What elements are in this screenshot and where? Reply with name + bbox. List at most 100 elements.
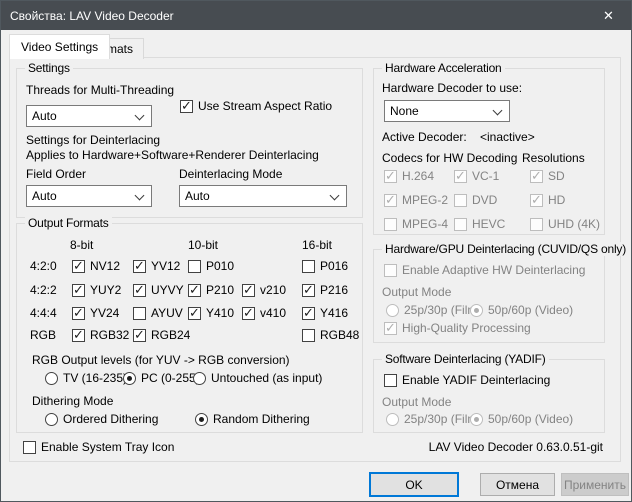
radio-label: Random Dithering	[213, 412, 310, 426]
enable-yadif-deinterlacing-checkbox[interactable]: Enable YADIF Deinterlacing	[384, 372, 550, 388]
hw-output-video-radio: 50p/60p (Video)	[470, 302, 573, 318]
checkbox-label: P016	[320, 259, 348, 273]
checkbox-label: Y416	[320, 306, 348, 320]
format-p010-checkbox[interactable]: P010	[188, 258, 234, 274]
checkbox-box	[188, 284, 201, 297]
checkbox-label: VC-1	[472, 169, 499, 183]
radio-dot	[470, 304, 483, 317]
radio-label: 50p/60p (Video)	[488, 412, 573, 426]
checkbox-label: Y410	[206, 306, 234, 320]
field-order-combobox-value: Auto	[32, 189, 57, 203]
rgb-output-levels-label: RGB Output levels (for YUV -> RGB conver…	[32, 353, 290, 368]
hardware-acceleration-group-title: Hardware Acceleration	[382, 61, 505, 75]
tab-video-settings[interactable]: Video Settings	[9, 34, 110, 59]
tab-video-settings-label: Video Settings	[21, 40, 98, 54]
format-rgb48-checkbox[interactable]: RGB48	[302, 327, 359, 343]
codec-vc1-checkbox: VC-1	[454, 168, 499, 184]
format-nv12-checkbox[interactable]: NV12	[72, 258, 120, 274]
dithering-mode-label: Dithering Mode	[32, 394, 113, 409]
checkbox-label: YUY2	[90, 283, 121, 297]
use-stream-aspect-ratio-checkbox[interactable]: Use Stream Aspect Ratio	[180, 98, 332, 114]
checkbox-box	[454, 194, 467, 207]
checkbox-box	[384, 170, 397, 183]
checkbox-box	[133, 284, 146, 297]
checkbox-label: Enable System Tray Icon	[41, 440, 174, 454]
format-p210-checkbox[interactable]: P210	[188, 282, 234, 298]
codec-dvd-checkbox: DVD	[454, 192, 497, 208]
checkbox-label: P216	[320, 283, 348, 297]
hw-decoder-label: Hardware Decoder to use:	[382, 81, 522, 96]
rgb-level-tv-radio[interactable]: TV (16-235)	[45, 370, 127, 386]
format-p216-checkbox[interactable]: P216	[302, 282, 348, 298]
col-header-16bit: 16-bit	[302, 238, 332, 253]
rgb-level-pc-radio[interactable]: PC (0-255)	[123, 370, 200, 386]
software-deinterlacing-group: Software Deinterlacing (YADIF) Enable YA…	[373, 359, 605, 433]
radio-label: 50p/60p (Video)	[488, 303, 573, 317]
sw-output-mode-label: Output Mode	[382, 395, 451, 410]
rgb-level-untouched-radio[interactable]: Untouched (as input)	[193, 370, 322, 386]
format-yv24-checkbox[interactable]: YV24	[72, 305, 119, 321]
format-rgb32-checkbox[interactable]: RGB32	[72, 327, 129, 343]
ok-button[interactable]: OK	[369, 472, 459, 497]
format-p016-checkbox[interactable]: P016	[302, 258, 348, 274]
deinterlacing-mode-combobox-value: Auto	[185, 189, 210, 203]
threads-combobox[interactable]: Auto	[26, 105, 152, 127]
apply-button-label: Применить	[564, 478, 626, 492]
checkbox-label: Enable Adaptive HW Deinterlacing	[402, 263, 585, 277]
checkbox-label: High-Quality Processing	[402, 321, 531, 335]
radio-dot	[123, 372, 136, 385]
checkbox-box	[72, 284, 85, 297]
radio-label: Ordered Dithering	[63, 412, 158, 426]
radio-label: Untouched (as input)	[211, 371, 322, 385]
format-yuy2-checkbox[interactable]: YUY2	[72, 282, 121, 298]
checkbox-label: UHD (4K)	[548, 217, 600, 231]
format-rgb24-checkbox[interactable]: RGB24	[133, 327, 190, 343]
format-uyvy-checkbox[interactable]: UYVY	[133, 282, 184, 298]
checkbox-box	[242, 284, 255, 297]
checkbox-box	[530, 194, 543, 207]
checkbox-box	[72, 260, 85, 273]
radio-dot	[195, 413, 208, 426]
field-order-combobox[interactable]: Auto	[26, 185, 152, 207]
checkbox-label: YV12	[151, 259, 180, 273]
radio-dot	[193, 372, 206, 385]
resolution-sd-checkbox: SD	[530, 168, 565, 184]
checkbox-label: Enable YADIF Deinterlacing	[402, 373, 550, 387]
checkbox-box	[72, 329, 85, 342]
field-order-label: Field Order	[26, 167, 86, 182]
checkbox-box	[384, 374, 397, 387]
threads-combobox-value: Auto	[32, 109, 57, 123]
format-y410-checkbox[interactable]: Y410	[188, 305, 234, 321]
sw-output-film-radio: 25p/30p (Film)	[386, 411, 481, 427]
settings-group-title: Settings	[25, 61, 73, 75]
deinterlacing-settings-line2: Applies to Hardware+Software+Renderer De…	[26, 148, 319, 163]
format-v210-checkbox[interactable]: v210	[242, 282, 286, 298]
cancel-button-label: Отмена	[496, 478, 539, 492]
checkbox-label: H.264	[402, 169, 434, 183]
checkbox-box	[530, 170, 543, 183]
format-ayuv-checkbox[interactable]: AYUV	[133, 305, 183, 321]
radio-dot	[45, 372, 58, 385]
radio-dot	[470, 413, 483, 426]
format-y416-checkbox[interactable]: Y416	[302, 305, 348, 321]
resolutions-header: Resolutions	[522, 151, 585, 166]
format-yv12-checkbox[interactable]: YV12	[133, 258, 180, 274]
close-icon: ✕	[603, 8, 614, 24]
dithering-ordered-radio[interactable]: Ordered Dithering	[45, 411, 158, 427]
dithering-random-radio[interactable]: Random Dithering	[195, 411, 310, 427]
checkbox-label: v410	[260, 306, 286, 320]
cancel-button[interactable]: Отмена	[480, 473, 555, 496]
radio-dot	[45, 413, 58, 426]
hw-decoder-combobox[interactable]: None	[384, 100, 510, 122]
checkbox-label: NV12	[90, 259, 120, 273]
checkbox-box	[133, 329, 146, 342]
software-deinterlacing-group-title: Software Deinterlacing (YADIF)	[382, 352, 549, 366]
close-button[interactable]: ✕	[586, 1, 631, 30]
deinterlacing-mode-combobox[interactable]: Auto	[179, 185, 347, 207]
enable-system-tray-icon-checkbox[interactable]: Enable System Tray Icon	[23, 439, 174, 455]
format-v410-checkbox[interactable]: v410	[242, 305, 286, 321]
col-header-8bit: 8-bit	[70, 238, 93, 253]
checkbox-label: UYVY	[151, 283, 184, 297]
hardware-acceleration-group: Hardware Acceleration Hardware Decoder t…	[373, 68, 605, 235]
output-formats-group-title: Output Formats	[25, 216, 112, 230]
